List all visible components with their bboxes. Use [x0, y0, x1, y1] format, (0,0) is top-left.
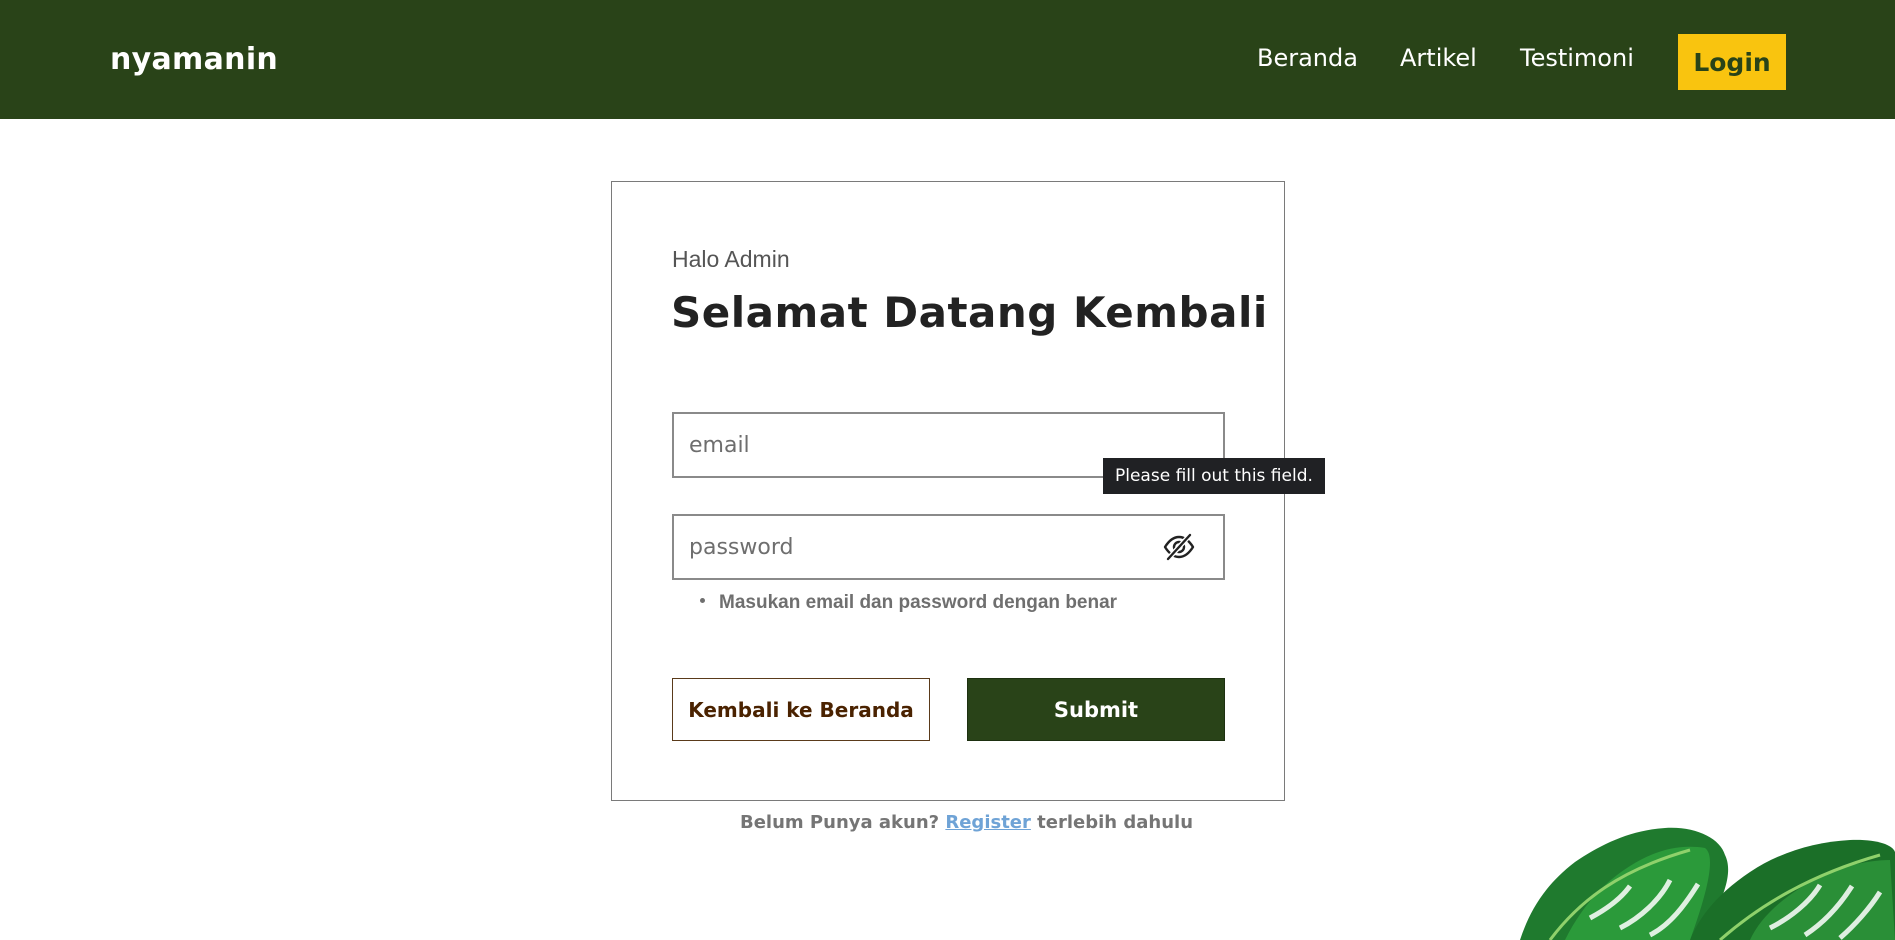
- validation-tooltip: Please fill out this field.: [1103, 458, 1325, 494]
- error-message-text: Masukan email dan password dengan benar: [719, 592, 1118, 613]
- error-message: Masukan email dan password dengan benar: [700, 592, 1117, 614]
- register-link[interactable]: Register: [945, 812, 1031, 833]
- login-button[interactable]: Login: [1678, 34, 1786, 90]
- nav-link-testimoni[interactable]: Testimoni: [1520, 44, 1634, 72]
- bullet-icon: [700, 598, 705, 604]
- nav-link-beranda[interactable]: Beranda: [1257, 44, 1358, 72]
- nav-link-artikel[interactable]: Artikel: [1400, 44, 1477, 72]
- password-field[interactable]: [672, 514, 1225, 580]
- page-title: Selamat Datang Kembali: [671, 288, 1268, 337]
- register-prompt-before: Belum Punya akun?: [740, 812, 946, 833]
- brand-logo[interactable]: nyamanin: [110, 42, 278, 77]
- eye-slash-icon[interactable]: [1162, 532, 1196, 562]
- submit-button[interactable]: Submit: [967, 678, 1225, 741]
- error-list: Masukan email dan password dengan benar: [700, 592, 1117, 614]
- back-to-home-button[interactable]: Kembali ke Beranda: [672, 678, 930, 741]
- top-navbar: nyamanin Beranda Artikel Testimoni Login: [0, 0, 1895, 119]
- register-prompt-after: terlebih dahulu: [1030, 812, 1194, 833]
- monstera-leaf-illustration: [1520, 827, 1895, 940]
- greeting-text: Halo Admin: [672, 246, 790, 272]
